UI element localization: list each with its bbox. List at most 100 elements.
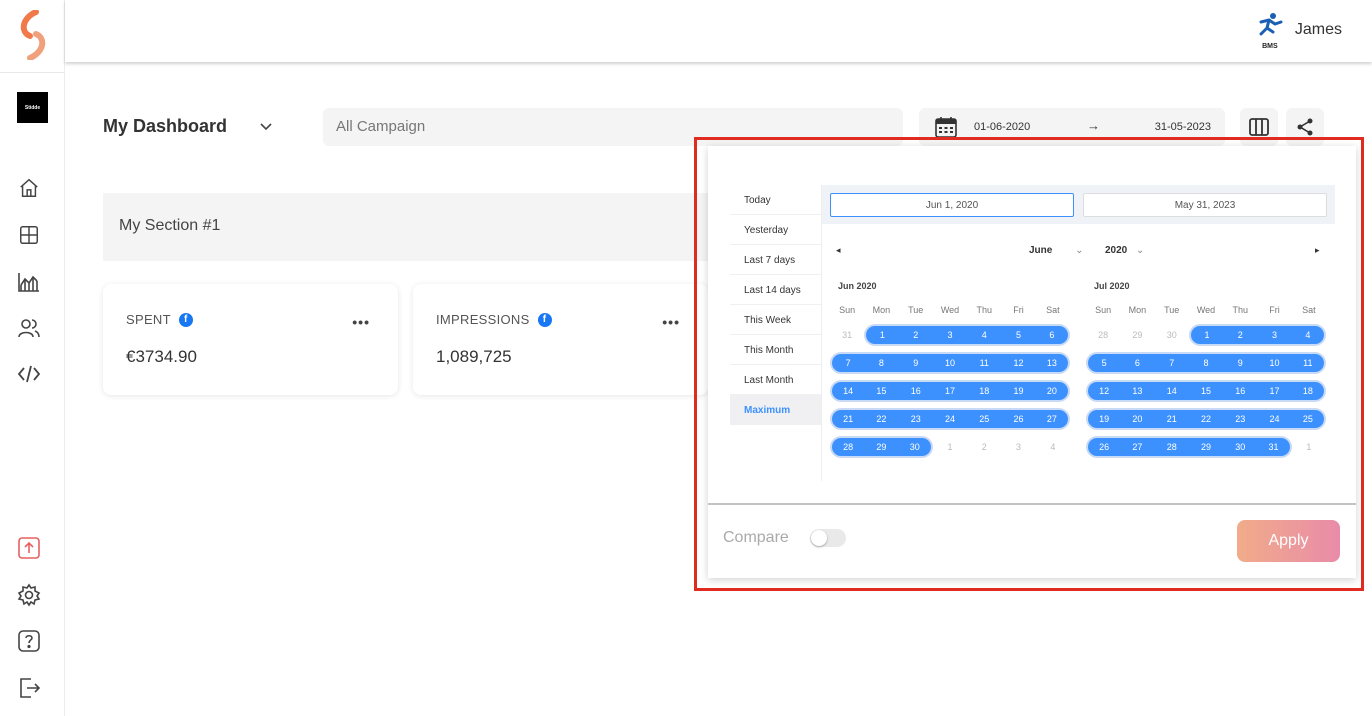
calendar-day[interactable]: 22	[1188, 408, 1224, 430]
calendar-day[interactable]: 1	[933, 436, 967, 458]
home-icon[interactable]	[17, 176, 41, 200]
calendar-day[interactable]: 2	[1223, 324, 1258, 346]
calendar-day[interactable]: 16	[1223, 380, 1258, 402]
user-avatar[interactable]: BMS	[1255, 12, 1285, 50]
calendar-day[interactable]: 29	[1188, 436, 1224, 458]
calendar-day[interactable]: 30	[1223, 436, 1258, 458]
user-menu[interactable]: BMS James	[1255, 12, 1342, 50]
calendar-day[interactable]: 24	[1257, 408, 1292, 430]
chart-icon[interactable]	[17, 270, 41, 294]
prev-month-icon[interactable]: ◂	[836, 245, 841, 256]
brand-logo[interactable]: Stidde	[17, 92, 48, 123]
calendar-day[interactable]: 19	[1001, 380, 1036, 402]
calendar-day[interactable]: 1	[1292, 436, 1326, 458]
preset-item[interactable]: This Month	[730, 335, 822, 365]
calendar-day[interactable]: 5	[1001, 324, 1036, 346]
calendar-day[interactable]: 21	[830, 408, 865, 430]
calendar-day[interactable]: 26	[1086, 436, 1121, 458]
apply-button[interactable]: Apply	[1237, 520, 1340, 562]
calendar-day[interactable]: 27	[1120, 436, 1155, 458]
calendar-day[interactable]: 30	[1155, 324, 1189, 346]
calendar-day[interactable]: 17	[1257, 380, 1292, 402]
calendar-day[interactable]: 31	[1257, 436, 1292, 458]
calendar-day[interactable]: 29	[864, 436, 899, 458]
calendar-day[interactable]: 25	[1291, 408, 1326, 430]
calendar-day[interactable]: 25	[967, 408, 1002, 430]
calendar-day[interactable]: 28	[1086, 324, 1120, 346]
calendar-day[interactable]: 27	[1035, 408, 1070, 430]
calendar-day[interactable]: 2	[898, 324, 933, 346]
calendar-day[interactable]: 11	[1291, 352, 1326, 374]
preset-item[interactable]: Last 14 days	[730, 275, 822, 305]
users-icon[interactable]	[17, 316, 41, 340]
chevron-down-icon[interactable]	[258, 118, 274, 139]
logout-icon[interactable]	[17, 676, 41, 700]
calendar-day[interactable]: 22	[864, 408, 899, 430]
month-select[interactable]: June ⌄	[1029, 245, 1084, 256]
calendar-day[interactable]: 15	[1188, 380, 1224, 402]
preset-item[interactable]: Last 7 days	[730, 245, 822, 275]
calendar-day[interactable]: 12	[1086, 380, 1121, 402]
calendar-day[interactable]: 3	[1001, 436, 1035, 458]
calendar-day[interactable]: 19	[1086, 408, 1121, 430]
calendar-day[interactable]: 26	[1001, 408, 1036, 430]
preset-item[interactable]: Last Month	[730, 365, 822, 395]
calendar-day[interactable]: 20	[1035, 380, 1070, 402]
preset-item[interactable]: Yesterday	[730, 215, 822, 245]
calendar-day[interactable]: 8	[864, 352, 899, 374]
calendar-day[interactable]: 23	[898, 408, 933, 430]
more-options-icon[interactable]: •••	[352, 314, 370, 330]
calendar-day[interactable]: 4	[967, 324, 1002, 346]
calendar-day[interactable]: 4	[1291, 324, 1326, 346]
calendar-day[interactable]: 6	[1120, 352, 1155, 374]
calendar-day[interactable]: 29	[1120, 324, 1154, 346]
upload-icon[interactable]	[17, 536, 41, 560]
calendar-day[interactable]: 9	[898, 352, 933, 374]
calendar-day[interactable]: 9	[1223, 352, 1258, 374]
calendar-day[interactable]: 7	[830, 352, 865, 374]
code-icon[interactable]	[17, 362, 41, 386]
calendar-day[interactable]: 4	[1036, 436, 1070, 458]
calendar-day[interactable]: 18	[967, 380, 1002, 402]
calendar-day[interactable]: 14	[1154, 380, 1189, 402]
end-date-input[interactable]: May 31, 2023	[1083, 193, 1327, 217]
calendar-day[interactable]: 10	[932, 352, 968, 374]
calendar-day[interactable]: 3	[1257, 324, 1292, 346]
calendar-day[interactable]: 3	[932, 324, 968, 346]
calendar-day[interactable]: 11	[967, 352, 1002, 374]
calendar-day[interactable]: 5	[1086, 352, 1121, 374]
calendar-day[interactable]: 20	[1120, 408, 1155, 430]
calendar-day[interactable]: 18	[1291, 380, 1326, 402]
calendar-day[interactable]: 24	[932, 408, 968, 430]
calendar-day[interactable]: 28	[1154, 436, 1189, 458]
help-icon[interactable]	[17, 629, 41, 653]
dashboard-icon[interactable]	[17, 223, 41, 247]
compare-toggle[interactable]	[810, 529, 846, 547]
calendar-day[interactable]: 7	[1154, 352, 1189, 374]
year-select[interactable]: 2020 ⌄	[1105, 245, 1144, 256]
calendar-day[interactable]: 14	[830, 380, 865, 402]
calendar-day[interactable]: 2	[967, 436, 1001, 458]
calendar-day[interactable]: 15	[864, 380, 899, 402]
calendar-day[interactable]: 17	[932, 380, 968, 402]
gear-icon[interactable]	[17, 583, 41, 607]
calendar-day[interactable]: 13	[1035, 352, 1070, 374]
calendar-day[interactable]: 31	[830, 324, 864, 346]
calendar-day[interactable]: 12	[1001, 352, 1036, 374]
next-month-icon[interactable]: ▸	[1315, 245, 1320, 256]
calendar-day[interactable]: 23	[1223, 408, 1258, 430]
calendar-day[interactable]: 1	[1188, 324, 1224, 346]
preset-item[interactable]: Today	[730, 185, 822, 215]
preset-item[interactable]: Maximum	[730, 395, 822, 425]
calendar-day[interactable]: 16	[898, 380, 933, 402]
calendar-day[interactable]: 6	[1035, 324, 1070, 346]
more-options-icon[interactable]: •••	[662, 314, 680, 330]
calendar-day[interactable]: 30	[898, 436, 933, 458]
calendar-day[interactable]: 8	[1188, 352, 1224, 374]
calendar-day[interactable]: 21	[1154, 408, 1189, 430]
calendar-day[interactable]: 1	[864, 324, 899, 346]
calendar-day[interactable]: 28	[830, 436, 865, 458]
calendar-day[interactable]: 13	[1120, 380, 1155, 402]
calendar-day[interactable]: 10	[1257, 352, 1292, 374]
start-date-input[interactable]: Jun 1, 2020	[830, 193, 1074, 217]
